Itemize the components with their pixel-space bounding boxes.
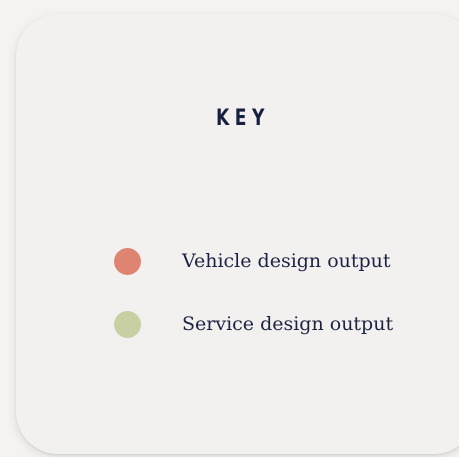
legend-label-vehicle-design: Vehicle design output	[182, 250, 391, 272]
legend-label-service-design: Service design output	[182, 313, 394, 335]
legend-title: KEY	[216, 106, 270, 131]
legend-item-service-design: Service design output	[114, 309, 393, 339]
vehicle-design-swatch	[114, 247, 141, 275]
service-design-swatch	[114, 310, 141, 338]
legend-card: KEY Vehicle design output Service design…	[16, 14, 459, 454]
legend-item-vehicle-design: Vehicle design output	[114, 246, 391, 276]
